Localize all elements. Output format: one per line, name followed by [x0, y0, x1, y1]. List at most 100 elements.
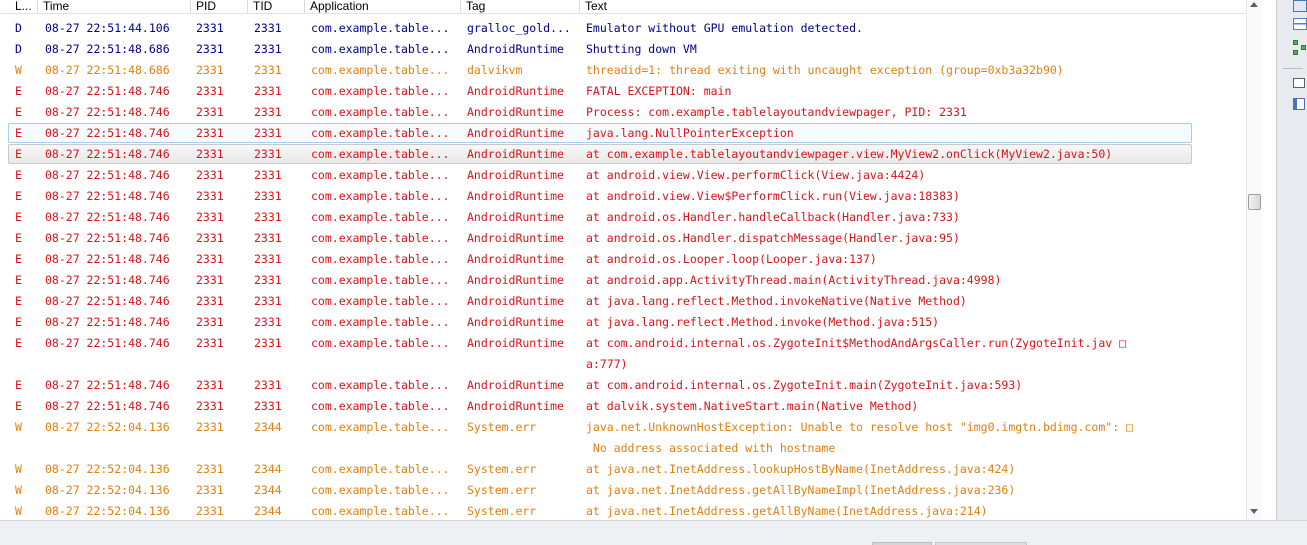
log-time: 08-27 22:51:48.746	[45, 168, 170, 182]
log-pid: 2331	[196, 399, 224, 413]
log-row[interactable]: E 08-27 22:51:48.746 2331 2331 com.example.t…	[0, 291, 1246, 312]
log-time: 08-27 22:51:48.746	[45, 399, 170, 413]
log-tid: 2344	[254, 504, 282, 518]
column-header-tag[interactable]: Tag	[461, 0, 580, 14]
log-time: 08-27 22:52:04.136	[45, 420, 170, 434]
log-time: 08-27 22:51:48.746	[45, 126, 170, 140]
log-pid: 2331	[196, 210, 224, 224]
vertical-scrollbar[interactable]	[1246, 0, 1262, 520]
log-row[interactable]: E 08-27 22:51:48.746 2331 2331 com.example.t…	[0, 123, 1246, 144]
log-application: com.example.table...	[311, 63, 450, 77]
log-pid: 2331	[196, 147, 224, 161]
log-level: E	[15, 168, 22, 182]
log-row[interactable]: D 08-27 22:51:48.686 2331 2331 com.example.t…	[0, 39, 1246, 60]
scroll-up-arrow-icon[interactable]	[1250, 2, 1258, 7]
log-text: Emulator without GPU emulation detected.	[586, 21, 863, 35]
scrollbar-thumb[interactable]	[1248, 194, 1261, 210]
log-time: 08-27 22:51:48.686	[45, 63, 170, 77]
column-header-application[interactable]: Application	[305, 0, 461, 14]
log-text: at java.net.InetAddress.getAllByNameImpl…	[586, 483, 1016, 497]
log-tag: AndroidRuntime	[467, 42, 564, 56]
log-time: 08-27 22:51:48.746	[45, 315, 170, 329]
log-tag: AndroidRuntime	[467, 399, 564, 413]
log-tid: 2344	[254, 483, 282, 497]
log-row[interactable]: E 08-27 22:51:48.746 2331 2331 com.example.t…	[0, 375, 1246, 396]
log-text: at com.android.internal.os.ZygoteInit$Me…	[586, 336, 1127, 350]
logcat-table-header: L... Time PID TID Application Tag Text	[0, 0, 1246, 14]
maximize-icon[interactable]	[1293, 98, 1305, 110]
log-row[interactable]: E 08-27 22:51:48.746 2331 2331 com.example.t…	[0, 333, 1246, 375]
log-pid: 2331	[196, 483, 224, 497]
column-header-level[interactable]: L...	[10, 0, 38, 14]
log-row[interactable]: E 08-27 22:51:48.746 2331 2331 com.example.t…	[0, 228, 1246, 249]
log-text: java.net.UnknownHostException: Unable to…	[586, 420, 1133, 434]
log-time: 08-27 22:51:48.746	[45, 210, 170, 224]
log-tag: gralloc_gold...	[467, 21, 571, 35]
log-level: E	[15, 273, 22, 287]
log-tag: AndroidRuntime	[467, 315, 564, 329]
log-text: FATAL EXCEPTION: main	[586, 84, 732, 98]
tasks-icon[interactable]	[1293, 18, 1307, 30]
log-row[interactable]: W 08-27 22:52:04.136 2331 2344 com.example.t…	[0, 459, 1246, 480]
log-row[interactable]: E 08-27 22:51:48.746 2331 2331 com.example.t…	[0, 312, 1246, 333]
log-application: com.example.table...	[311, 273, 450, 287]
log-application: com.example.table...	[311, 210, 450, 224]
log-row[interactable]: W 08-27 22:51:48.686 2331 2331 com.example.t…	[0, 60, 1246, 81]
panel-gap	[1262, 0, 1276, 520]
log-tid: 2331	[254, 105, 282, 119]
log-text: Process: com.example.tablelayoutandviewp…	[586, 105, 967, 119]
log-tag: System.err	[467, 483, 537, 497]
log-time: 08-27 22:51:48.746	[45, 189, 170, 203]
log-tag: dalvikvm	[467, 63, 523, 77]
log-time: 08-27 22:52:04.136	[45, 462, 170, 476]
log-row[interactable]: E 08-27 22:51:48.746 2331 2331 com.example.t…	[0, 249, 1246, 270]
log-application: com.example.table...	[311, 168, 450, 182]
log-row[interactable]: W 08-27 22:52:04.136 2331 2344 com.example.t…	[0, 480, 1246, 501]
log-row[interactable]: W 08-27 22:52:04.136 2331 2344 com.example.t…	[0, 501, 1246, 520]
log-row[interactable]: E 08-27 22:51:48.746 2331 2331 com.example.t…	[0, 396, 1246, 417]
log-time: 08-27 22:51:48.746	[45, 231, 170, 245]
log-tid: 2331	[254, 273, 282, 287]
log-tid: 2331	[254, 189, 282, 203]
log-tid: 2331	[254, 168, 282, 182]
log-row[interactable]: E 08-27 22:51:48.746 2331 2331 com.example.t…	[0, 270, 1246, 291]
toolbar-divider	[1283, 68, 1303, 69]
column-header-text[interactable]: Text	[580, 0, 1246, 14]
log-tag: AndroidRuntime	[467, 294, 564, 308]
log-row[interactable]: E 08-27 22:51:48.746 2331 2331 com.example.t…	[0, 207, 1246, 228]
log-row[interactable]: E 08-27 22:51:48.746 2331 2331 com.example.t…	[0, 186, 1246, 207]
log-application: com.example.table...	[311, 252, 450, 266]
log-row[interactable]: E 08-27 22:51:48.746 2331 2331 com.example.t…	[0, 81, 1246, 102]
log-row[interactable]: E 08-27 22:51:48.746 2331 2331 com.example.t…	[0, 165, 1246, 186]
log-time: 08-27 22:51:48.746	[45, 147, 170, 161]
log-row[interactable]: E 08-27 22:51:48.746 2331 2331 com.example.t…	[0, 102, 1246, 123]
hierarchy-icon[interactable]	[1293, 40, 1307, 56]
log-application: com.example.table...	[311, 147, 450, 161]
log-time: 08-27 22:51:48.746	[45, 336, 170, 350]
log-tid: 2331	[254, 252, 282, 266]
console-icon[interactable]	[1293, 0, 1307, 12]
log-level: E	[15, 147, 22, 161]
column-header-time[interactable]: Time	[38, 0, 191, 14]
restore-icon[interactable]	[1293, 78, 1305, 88]
log-tid: 2331	[254, 63, 282, 77]
column-header-pid[interactable]: PID	[191, 0, 248, 14]
log-tag: System.err	[467, 420, 537, 434]
log-application: com.example.table...	[311, 336, 450, 350]
log-pid: 2331	[196, 273, 224, 287]
log-pid: 2331	[196, 252, 224, 266]
log-text: at android.view.View$PerformClick.run(Vi…	[586, 189, 960, 203]
scroll-down-arrow-icon[interactable]	[1250, 509, 1258, 514]
log-tid: 2344	[254, 420, 282, 434]
logcat-panel: L... Time PID TID Application Tag Text D…	[0, 0, 1262, 520]
log-level: W	[15, 462, 22, 476]
log-level: E	[15, 105, 22, 119]
log-tid: 2331	[254, 336, 282, 350]
log-row[interactable]: W 08-27 22:52:04.136 2331 2344 com.example.t…	[0, 417, 1246, 459]
column-header-tid[interactable]: TID	[248, 0, 305, 14]
log-application: com.example.table...	[311, 294, 450, 308]
log-level: W	[15, 483, 22, 497]
log-tid: 2331	[254, 84, 282, 98]
log-row[interactable]: D 08-27 22:51:44.106 2331 2331 com.example.t…	[0, 18, 1246, 39]
log-row[interactable]: E 08-27 22:51:48.746 2331 2331 com.example.t…	[0, 144, 1246, 165]
